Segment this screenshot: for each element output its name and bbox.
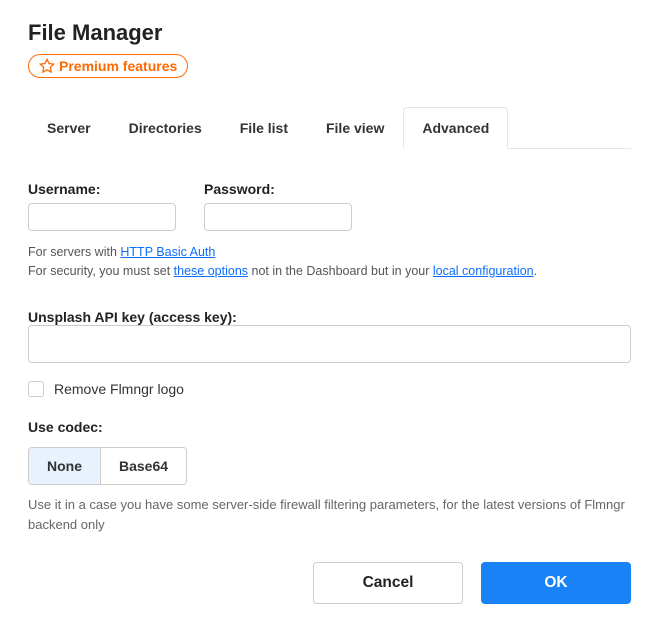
page-title: File Manager: [28, 20, 631, 46]
premium-features-badge[interactable]: Premium features: [28, 54, 188, 78]
username-label: Username:: [28, 181, 176, 197]
advanced-panel: Username: Password: For servers with HTT…: [28, 149, 631, 535]
auth-helper-prefix: For servers with: [28, 245, 120, 259]
tab-server[interactable]: Server: [28, 107, 110, 149]
codec-toggle-group: None Base64: [28, 447, 187, 485]
local-configuration-link[interactable]: local configuration: [433, 264, 534, 278]
codec-option-base64[interactable]: Base64: [101, 448, 186, 484]
ok-button[interactable]: OK: [481, 562, 631, 604]
remove-logo-checkbox[interactable]: [28, 381, 44, 397]
tab-directories[interactable]: Directories: [110, 107, 221, 149]
codec-helper-text: Use it in a case you have some server-si…: [28, 495, 631, 535]
http-basic-auth-link[interactable]: HTTP Basic Auth: [120, 245, 215, 259]
dialog-footer: Cancel OK: [313, 562, 631, 604]
tab-advanced[interactable]: Advanced: [403, 107, 508, 149]
security-helper-mid: not in the Dashboard but in your: [248, 264, 433, 278]
tabs-bar: Server Directories File list File view A…: [28, 106, 631, 149]
use-codec-label: Use codec:: [28, 419, 631, 435]
star-icon: [39, 58, 55, 74]
security-helper-prefix: For security, you must set: [28, 264, 174, 278]
security-helper-suffix: .: [534, 264, 537, 278]
unsplash-api-key-label: Unsplash API key (access key):: [28, 309, 237, 325]
unsplash-api-key-input[interactable]: [28, 325, 631, 363]
these-options-link[interactable]: these options: [174, 264, 248, 278]
auth-helper-text: For servers with HTTP Basic Auth For sec…: [28, 243, 631, 281]
tab-file-view[interactable]: File view: [307, 107, 403, 149]
codec-option-none[interactable]: None: [29, 448, 101, 484]
cancel-button[interactable]: Cancel: [313, 562, 463, 604]
password-input[interactable]: [204, 203, 352, 231]
premium-features-label: Premium features: [59, 58, 177, 74]
tab-file-list[interactable]: File list: [221, 107, 307, 149]
remove-logo-label: Remove Flmngr logo: [54, 381, 184, 397]
password-label: Password:: [204, 181, 352, 197]
username-input[interactable]: [28, 203, 176, 231]
